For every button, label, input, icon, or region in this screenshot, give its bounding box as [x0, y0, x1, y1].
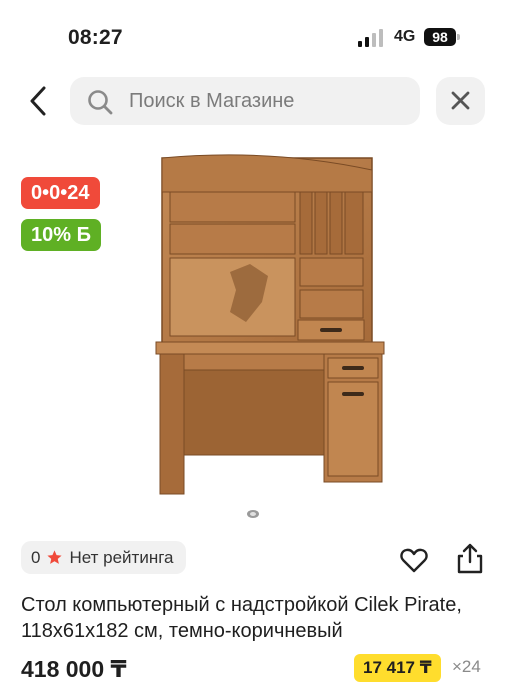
status-bar: 08:27 4G 98	[0, 0, 507, 70]
rating-count: 0	[31, 547, 41, 567]
status-time: 08:27	[68, 26, 123, 49]
battery-tip	[457, 34, 460, 40]
product-title: Стол компьютерный с надстройкой Cilek Pi…	[21, 594, 462, 642]
close-button[interactable]	[436, 77, 485, 125]
signal-icon	[358, 29, 383, 47]
search-placeholder: Поиск в Магазине	[129, 90, 295, 112]
battery-icon: 98	[424, 28, 456, 46]
installment-months: ×24	[452, 657, 481, 676]
star-icon	[47, 550, 63, 564]
gallery-dots[interactable]	[246, 509, 260, 519]
product-price: 418 000 ₸	[21, 656, 127, 682]
search-icon	[88, 90, 113, 115]
installment-price[interactable]: 17 417 ₸	[354, 654, 441, 682]
timer-badge: 0•0•24	[21, 177, 100, 209]
close-icon	[451, 91, 470, 110]
search-input[interactable]: Поиск в Магазине	[70, 77, 420, 125]
rating-pill[interactable]: 0 Нет рейтинга	[21, 541, 186, 574]
product-image[interactable]	[150, 152, 390, 497]
network-type: 4G	[394, 28, 416, 45]
share-icon[interactable]	[455, 542, 485, 575]
discount-badge: 10% Б	[21, 219, 101, 251]
top-bar: Поиск в Магазине	[0, 76, 507, 128]
favorite-heart-icon[interactable]	[399, 545, 429, 575]
rating-label: Нет рейтинга	[69, 547, 174, 567]
back-arrow-icon[interactable]	[24, 84, 56, 118]
